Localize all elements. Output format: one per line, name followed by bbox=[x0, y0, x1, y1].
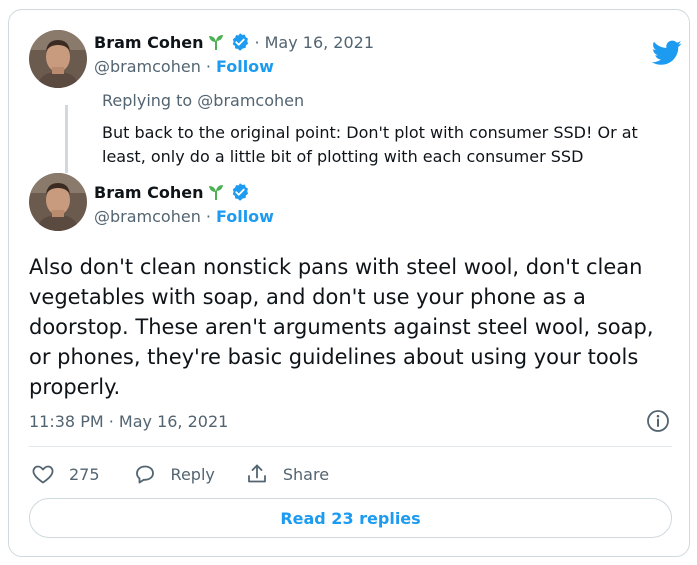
separator-dot: · bbox=[205, 207, 211, 226]
verified-badge-icon bbox=[232, 33, 248, 51]
reply-label: Reply bbox=[170, 464, 215, 484]
main-tweet-text: Also don't clean nonstick pans with stee… bbox=[29, 255, 654, 399]
reply-tweet-text: But back to the original point: Don't pl… bbox=[102, 123, 638, 166]
reply-handle-row: @bramcohen · Follow bbox=[94, 57, 274, 76]
heart-icon bbox=[32, 465, 54, 484]
like-count: 275 bbox=[69, 464, 100, 484]
replying-to-label[interactable]: Replying to @bramcohen bbox=[102, 91, 304, 110]
thread-line bbox=[65, 105, 68, 173]
tweet-embed-card: Bram Cohen · May 16, 2021 @bramcohen · F… bbox=[8, 9, 690, 557]
sprout-icon bbox=[208, 35, 223, 50]
author-handle[interactable]: @bramcohen bbox=[94, 57, 201, 76]
tweet-timestamp[interactable]: 11:38 PM · May 16, 2021 bbox=[29, 412, 228, 431]
share-icon bbox=[247, 464, 266, 483]
verified-badge-icon bbox=[232, 183, 248, 201]
reply-bubble-icon bbox=[135, 465, 154, 484]
read-replies-button[interactable]: Read 23 replies bbox=[29, 498, 672, 538]
author-name[interactable]: Bram Cohen bbox=[94, 183, 204, 202]
separator-dot: · bbox=[254, 32, 260, 52]
reply-button[interactable]: Reply bbox=[133, 462, 215, 486]
share-button[interactable]: Share bbox=[245, 462, 329, 486]
main-author-row: Bram Cohen bbox=[94, 182, 250, 202]
info-icon[interactable] bbox=[646, 409, 670, 433]
reply-author-row: Bram Cohen · May 16, 2021 bbox=[94, 32, 374, 52]
sprout-icon bbox=[208, 185, 223, 200]
avatar[interactable] bbox=[29, 173, 87, 231]
follow-button[interactable]: Follow bbox=[216, 57, 274, 76]
separator-dot: · bbox=[205, 57, 211, 76]
divider bbox=[29, 446, 672, 447]
avatar[interactable] bbox=[29, 30, 87, 88]
twitter-bird-icon[interactable] bbox=[652, 40, 682, 66]
reply-date[interactable]: May 16, 2021 bbox=[265, 33, 374, 52]
share-label: Share bbox=[282, 464, 330, 484]
author-handle[interactable]: @bramcohen bbox=[94, 207, 201, 226]
like-button[interactable]: 275 bbox=[31, 462, 100, 486]
main-handle-row: @bramcohen · Follow bbox=[94, 207, 274, 226]
author-name[interactable]: Bram Cohen bbox=[94, 33, 204, 52]
action-bar: 275 Reply Share bbox=[31, 459, 329, 489]
follow-button[interactable]: Follow bbox=[216, 207, 274, 226]
